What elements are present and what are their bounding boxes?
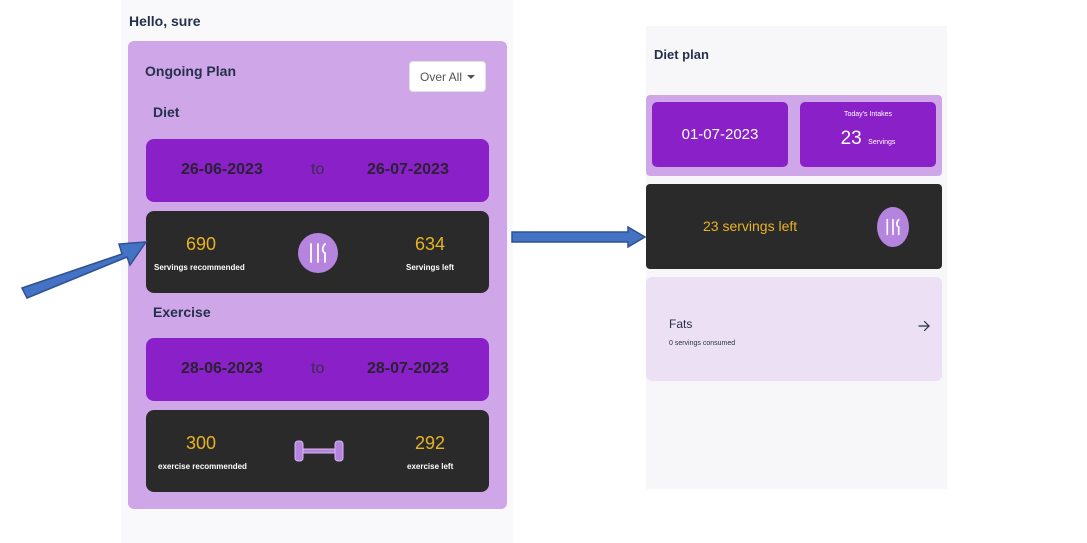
diet-left-value: 634 [415, 234, 446, 254]
intakes-unit: Servings [868, 139, 896, 146]
todays-intakes-card[interactable]: Today's Intakes 23 Servings [800, 102, 936, 167]
diet-plan-screen: Diet plan 01-07-2023 Today's Intakes 23 … [646, 26, 947, 489]
exercise-start-date: 28-06-2023 [181, 360, 263, 377]
cutlery-icon [298, 233, 338, 273]
fats-title: Fats [669, 317, 693, 331]
diet-range-separator: to [311, 161, 325, 178]
caret-down-icon [467, 75, 475, 79]
exercise-end-date: 28-07-2023 [367, 360, 449, 377]
servings-left-text: 23 servings left [703, 218, 798, 234]
cutlery-icon [877, 207, 909, 247]
diet-section-label: Diet [153, 104, 180, 120]
page-title: Diet plan [654, 47, 709, 62]
exercise-left-value: 292 [415, 433, 446, 453]
diet-left-caption: Servings left [406, 263, 455, 272]
exercise-date-range: 28-06-2023 to 28-07-2023 [146, 338, 489, 401]
exercise-stats-card[interactable]: 300 exercise recommended 292 exercise le… [146, 410, 489, 492]
exercise-recommended-value: 300 [186, 433, 217, 453]
home-screen: Hello, sure Ongoing Plan Over All Diet 2… [121, 0, 513, 543]
fats-consumed-text: 0 servings consumed [669, 340, 736, 347]
dumbbell-icon [294, 438, 344, 469]
diet-start-date: 26-06-2023 [181, 161, 263, 178]
intakes-value: 23 [840, 128, 862, 149]
servings-left-card: 23 servings left [646, 184, 942, 269]
arrow-right-icon[interactable] [918, 320, 930, 332]
fats-nutrient-row[interactable]: Fats 0 servings consumed [646, 277, 942, 381]
exercise-section-label: Exercise [153, 304, 211, 320]
diet-summary-panel: 01-07-2023 Today's Intakes 23 Servings [646, 95, 942, 176]
diet-stats-card[interactable]: 690 Servings recommended 634 Servings le… [146, 211, 489, 293]
intakes-title: Today's Intakes [843, 111, 893, 118]
greeting-text: Hello, sure [129, 13, 201, 29]
diet-recommended-value: 690 [186, 234, 217, 254]
plan-filter-dropdown[interactable]: Over All [409, 61, 486, 92]
plan-title: Ongoing Plan [145, 63, 236, 79]
diet-end-date: 26-07-2023 [367, 161, 449, 178]
diet-date-range: 26-06-2023 to 26-07-2023 [146, 139, 489, 202]
current-date-card[interactable]: 01-07-2023 [652, 102, 788, 167]
diagonal-arrow-icon [20, 241, 148, 299]
right-arrow-icon [511, 226, 647, 248]
exercise-recommended-caption: exercise recommended [158, 462, 247, 471]
ongoing-plan-panel: Ongoing Plan Over All Diet 26-06-2023 to… [128, 41, 507, 509]
current-date: 01-07-2023 [681, 126, 759, 143]
exercise-range-separator: to [311, 360, 325, 377]
filter-selected-value: Over All [419, 69, 462, 84]
exercise-left-caption: exercise left [407, 462, 454, 471]
diet-recommended-caption: Servings recommended [154, 263, 245, 272]
